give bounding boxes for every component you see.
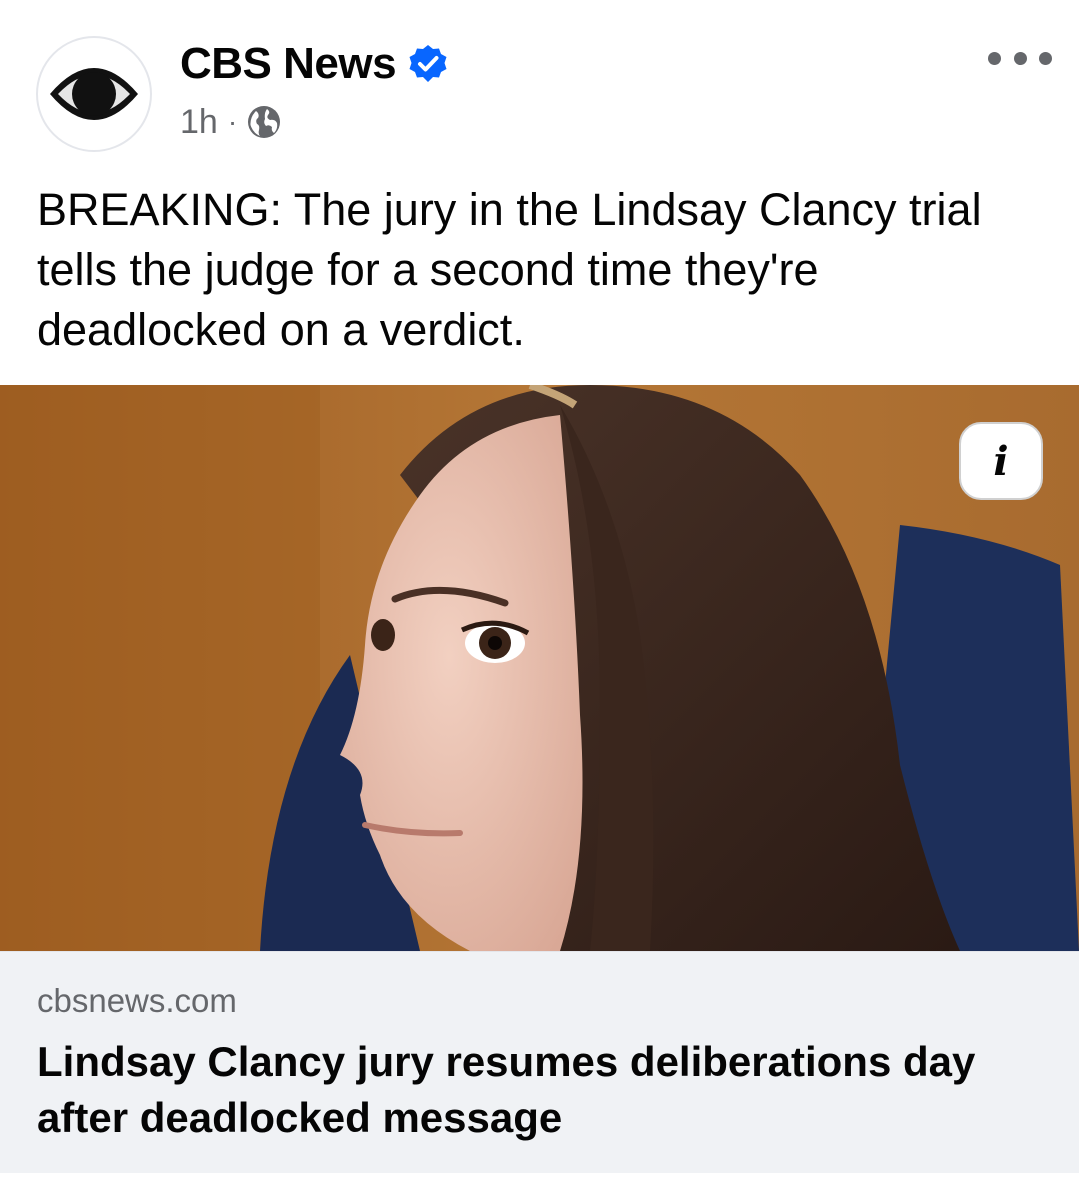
dot [1013,51,1027,65]
post-meta: 1h · [180,100,281,144]
info-button[interactable]: i [959,422,1043,500]
meta-separator: · [227,106,238,137]
link-domain: cbsnews.com [37,982,237,1019]
page-name-row: CBS News [180,38,448,90]
globe-icon[interactable] [247,105,281,139]
verified-badge-icon [408,44,448,84]
cbs-news-avatar[interactable] [36,36,152,152]
page-name[interactable]: CBS News [180,39,397,89]
link-preview-image[interactable] [0,385,1079,951]
post-timestamp[interactable]: 1h [180,103,218,142]
post-header: CBS News 1h · [0,0,1079,170]
info-icon: i [993,437,1009,485]
courtroom-photo [0,385,1079,951]
post-text: BREAKING: The jury in the Lindsay Clancy… [37,184,982,355]
cbs-eye-logo-icon [50,50,138,138]
dot [988,51,1001,65]
link-title: Lindsay Clancy jury resumes deliberation… [37,1038,976,1141]
link-preview-card[interactable]: cbsnews.com Lindsay Clancy jury resumes … [0,951,1079,1173]
more-options-icon[interactable] [988,42,1052,74]
dot [1039,51,1052,65]
